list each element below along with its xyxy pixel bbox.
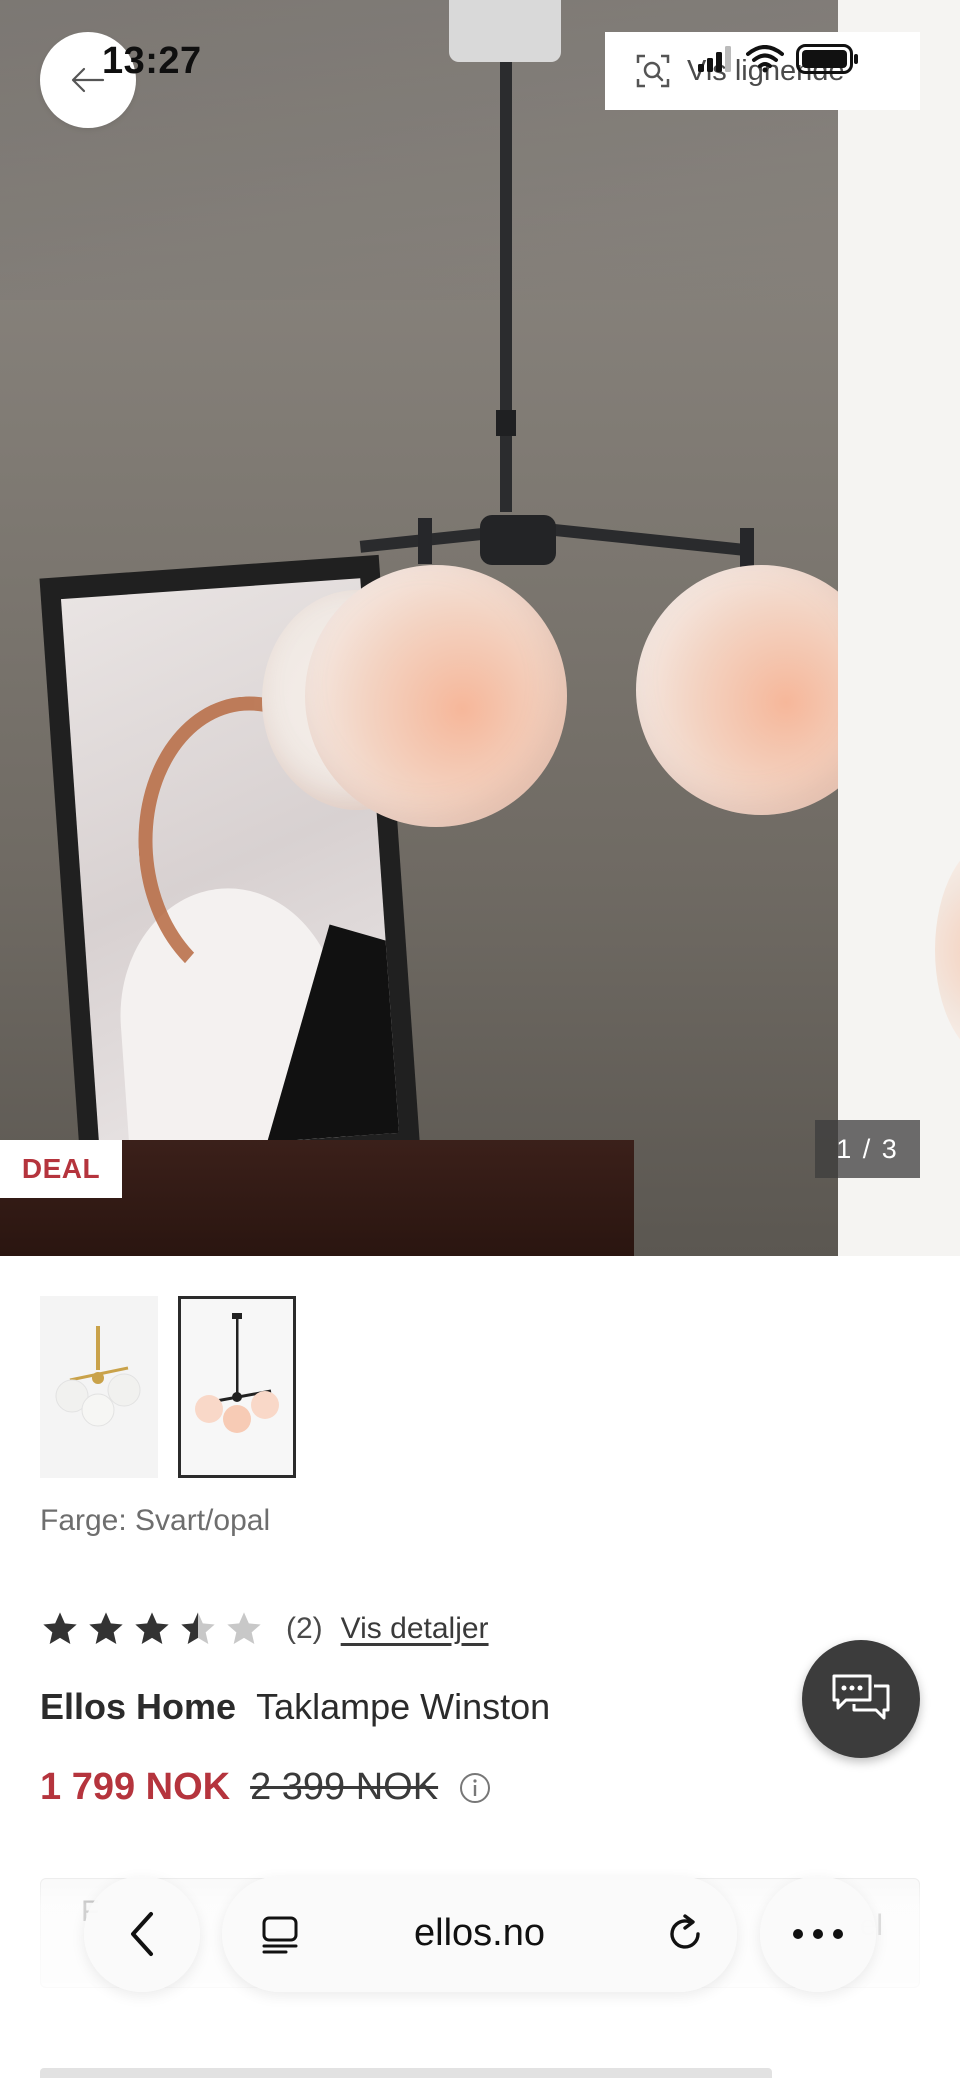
chevron-left-icon [131, 1912, 153, 1956]
lamp-globe [305, 565, 567, 827]
thumbnail-black[interactable] [178, 1296, 296, 1478]
address-bar-url: ellos.no [414, 1912, 545, 1954]
sale-price: 1 799 NOK [40, 1766, 231, 1808]
product-name: Taklampe Winston [256, 1686, 551, 1727]
visual-search-icon [636, 54, 670, 88]
deal-badge: DEAL [0, 1140, 122, 1198]
review-count: (2) [286, 1612, 323, 1645]
price-row: 1 799 NOK 2 399 NOK [40, 1766, 492, 1809]
more-icon [793, 1929, 843, 1939]
signal-icon [698, 46, 731, 72]
lamp-rod [500, 62, 512, 512]
lamp-thumbnail-image [181, 1299, 293, 1475]
view-details-link[interactable]: Vis detaljer [341, 1612, 489, 1646]
star-icon [135, 1612, 169, 1644]
half-star-icon [181, 1612, 215, 1644]
lamp-thumbnail-image [40, 1296, 158, 1478]
product-title: Ellos Home Taklampe Winston [40, 1686, 550, 1728]
lamp-canopy [449, 0, 561, 62]
product-image-gallery[interactable] [0, 0, 960, 1256]
next-image-peek[interactable] [838, 0, 960, 1256]
original-price: 2 399 NOK [250, 1766, 439, 1808]
info-icon[interactable] [458, 1771, 492, 1805]
empty-star-icon [227, 1612, 261, 1644]
browser-more-button[interactable] [760, 1876, 876, 1992]
star-icon [43, 1612, 77, 1644]
product-brand[interactable]: Ellos Home [40, 1686, 236, 1728]
status-time: 13:27 [102, 40, 202, 82]
thumbnail-brass[interactable] [40, 1296, 158, 1478]
reload-icon[interactable] [663, 1912, 707, 1956]
address-bar[interactable]: ellos.no [222, 1876, 737, 1992]
add-to-cart-strip[interactable] [40, 2068, 772, 2078]
star-icon [89, 1612, 123, 1644]
chat-button[interactable] [802, 1640, 920, 1758]
product-photo [0, 0, 886, 1256]
battery-icon [796, 44, 858, 74]
wifi-icon [746, 45, 784, 73]
lamp-hub [480, 515, 556, 565]
chat-icon [832, 1674, 890, 1720]
rating-stars [40, 1609, 264, 1649]
rating-row: (2) Vis detaljer [40, 1604, 489, 1654]
color-label: Farge: Svart/opal [40, 1504, 271, 1537]
image-counter: 1 / 3 [815, 1120, 920, 1178]
arrow-left-icon [71, 67, 105, 93]
status-icons [698, 44, 860, 74]
browser-back-button[interactable] [84, 1876, 200, 1992]
